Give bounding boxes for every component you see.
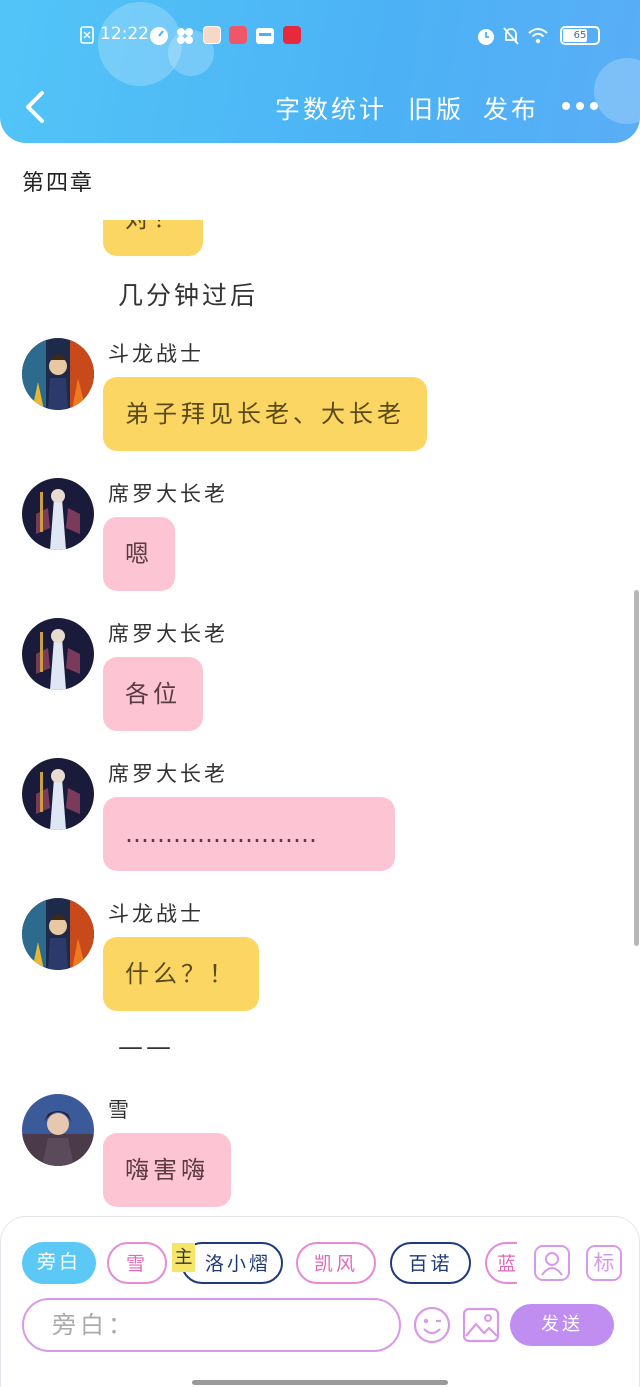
chapter-title: 第四章 [22,171,95,196]
tag-button[interactable]: 标 [586,1245,622,1281]
speaker-name: 斗龙战士 [108,342,204,366]
message-bubble[interactable]: 什么？！ [103,937,259,1011]
narration-line: 几分钟过后 [118,281,259,310]
app-notification-icon [203,26,221,44]
red-note-icon [283,26,301,44]
word-count-button[interactable]: 字数统计 [275,90,387,126]
image-icon[interactable] [462,1306,500,1344]
more-options-icon[interactable] [562,102,598,112]
back-arrow-icon[interactable] [22,90,50,124]
character-chip-kaifeng[interactable]: 凯风 [296,1242,376,1284]
send-button[interactable]: 发送 [510,1304,614,1346]
character-chip-luoxiaoyi[interactable]: 洛小熠 [181,1242,283,1284]
character-chip-xue[interactable]: 雪 [107,1242,167,1284]
app-notification-icon [229,26,247,44]
speaker-name: 席罗大长老 [108,622,228,646]
narration-line: —— [118,1032,174,1061]
battery-percent: 65 [573,30,587,41]
avatar-xiluo[interactable] [22,758,94,830]
character-chip-bainuo[interactable]: 百诺 [390,1242,471,1284]
speaker-name: 雪 [108,1098,132,1122]
home-indicator[interactable] [192,1380,448,1385]
emoji-icon[interactable] [413,1306,451,1344]
status-bar: 12:22 65 [0,20,640,52]
main-character-badge: 主 [172,1243,195,1272]
speaker-name: 斗龙战士 [108,902,204,926]
message-bubble[interactable]: 各位 [103,657,203,731]
speaker-name: 席罗大长老 [108,482,228,506]
speaker-name: 席罗大长老 [108,762,228,786]
avatar-xiluo[interactable] [22,478,94,550]
avatar-xue[interactable] [22,1094,94,1166]
avatar-xiluo[interactable] [22,618,94,690]
scrollbar[interactable] [634,590,639,946]
wifi-icon [528,28,548,44]
old-version-button[interactable]: 旧版 [408,90,464,126]
message-bubble[interactable]: 弟子拜见长老、大长老 [103,377,427,451]
avatar-doulong[interactable] [22,898,94,970]
story-feed[interactable]: 对！ 几分钟过后 斗龙战士 弟子拜见长老、大长老 席罗大长老 嗯 [0,220,640,1215]
nav-bar: 字数统计 旧版 发布 [0,86,640,130]
speedometer-icon [150,27,168,45]
pinwheel-icon [177,28,193,44]
message-bubble[interactable]: 嗨害嗨 [103,1133,231,1207]
message-input[interactable]: 旁白： [22,1298,401,1352]
publish-button[interactable]: 发布 [483,90,539,126]
message-bubble[interactable]: 嗯 [103,517,175,591]
message-bubble[interactable]: …………………… [103,797,395,871]
status-time: 12:22 [100,24,149,44]
mute-bell-icon [503,27,519,45]
alarm-icon [478,29,494,45]
avatar-doulong[interactable] [22,338,94,410]
sim-off-icon [80,26,94,44]
wallet-icon [256,28,274,44]
character-chip-narrator[interactable]: 旁白 [22,1242,96,1284]
top-header: 12:22 65 字数统计 旧版 发布 [0,0,640,143]
character-manage-icon[interactable] [534,1245,570,1281]
battery-icon: 65 [560,26,600,45]
message-bubble: 对！ [103,220,203,256]
